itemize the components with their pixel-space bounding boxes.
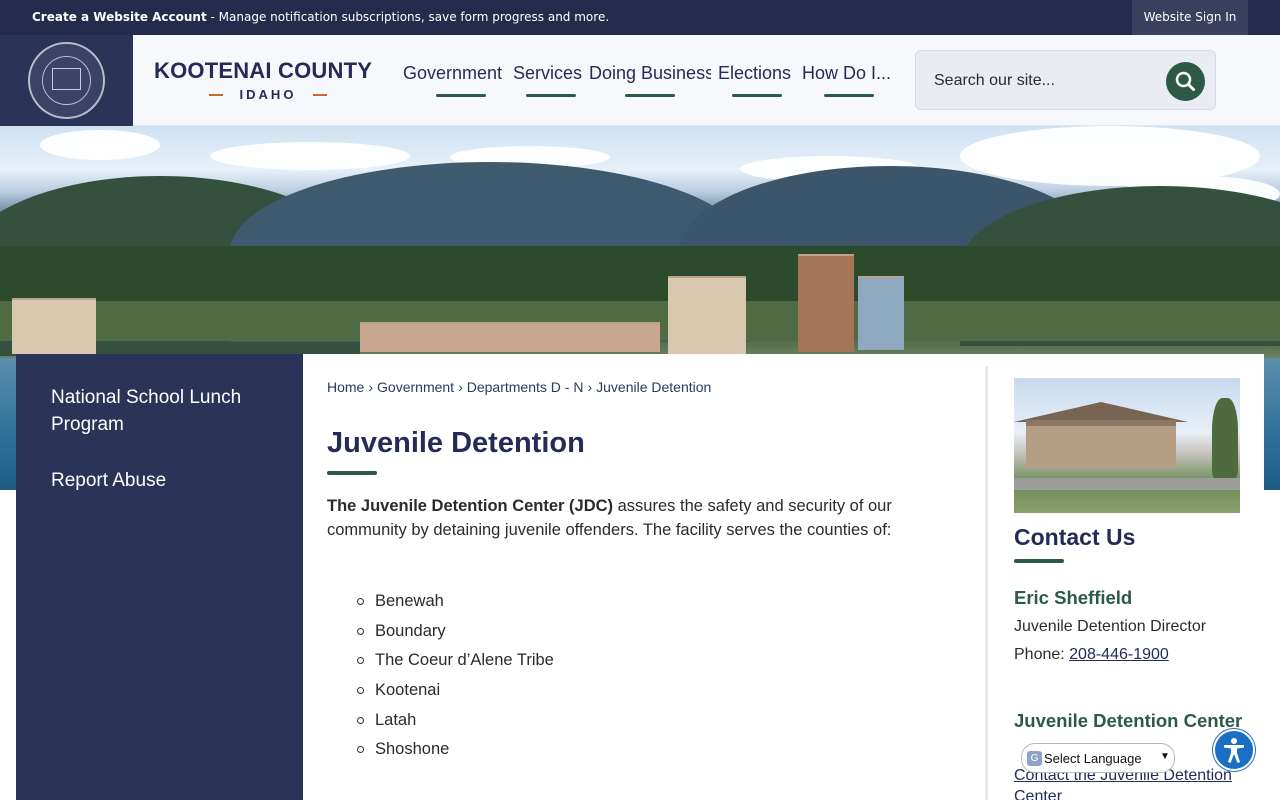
list-item: The Coeur d’Alene Tribe xyxy=(357,647,554,677)
list-item: Kootenai xyxy=(357,677,554,707)
county-seal-box[interactable] xyxy=(0,35,133,126)
nav-services[interactable]: Services xyxy=(513,63,589,99)
county-seal-icon xyxy=(28,42,105,119)
search-button[interactable] xyxy=(1166,62,1205,101)
nav-how-do-i[interactable]: How Do I... xyxy=(802,63,896,99)
contact-phone: Phone: 208-446-1900 xyxy=(1014,646,1169,663)
nav-doing-business[interactable]: Doing Business xyxy=(589,63,711,99)
phone-link[interactable]: 208-446-1900 xyxy=(1069,646,1169,663)
utility-bar: Create a Website Account - Manage notifi… xyxy=(0,0,1280,35)
google-translate-icon: G xyxy=(1027,751,1042,766)
intro-paragraph: The Juvenile Detention Center (JDC) assu… xyxy=(327,497,892,539)
breadcrumb-departments[interactable]: Departments D - N xyxy=(467,379,584,395)
detention-center-photo xyxy=(1014,378,1240,513)
accessibility-button[interactable] xyxy=(1213,729,1255,771)
search-icon xyxy=(1175,71,1195,91)
site-header: KOOTENAI COUNTY IDAHO Government Service… xyxy=(0,35,1280,126)
breadcrumb-current[interactable]: Juvenile Detention xyxy=(596,379,711,395)
website-sign-in-button[interactable]: Website Sign In xyxy=(1132,0,1248,35)
site-search xyxy=(915,50,1216,110)
logo-name[interactable]: KOOTENAI COUNTY xyxy=(154,58,372,84)
nav-elections[interactable]: Elections xyxy=(718,63,796,99)
main-content: Home › Government › Departments D - N › Juveni… xyxy=(303,354,1264,800)
language-select-label: Select Language xyxy=(1044,751,1142,766)
breadcrumb: Home › Government › Departments D - N › Juveni… xyxy=(327,379,712,395)
left-sidebar: National School Lunch Program Report Abu… xyxy=(16,354,303,800)
jdc-heading: Juvenile Detention Center xyxy=(1014,710,1243,731)
contact-underline xyxy=(1014,559,1064,563)
title-underline xyxy=(327,471,377,475)
contact-name: Eric Sheffield xyxy=(1014,587,1133,608)
breadcrumb-home[interactable]: Home xyxy=(327,379,364,395)
create-account-link[interactable]: Create a Website Account - Manage notifi… xyxy=(32,10,609,24)
nav-government[interactable]: Government xyxy=(403,63,519,99)
search-input[interactable] xyxy=(934,69,1154,93)
accessibility-icon xyxy=(1224,738,1244,763)
create-account-label[interactable]: Create a Website Account xyxy=(32,10,207,24)
contact-us-heading: Contact Us xyxy=(1014,524,1136,550)
list-item: Boundary xyxy=(357,618,554,648)
list-item: Benewah xyxy=(357,588,554,618)
list-item: Shoshone xyxy=(357,736,554,766)
logo-state: IDAHO xyxy=(209,87,327,103)
sidebar-item-national-school-lunch[interactable]: National School Lunch Program xyxy=(51,384,271,438)
county-list: Benewah Boundary The Coeur d’Alene Tribe… xyxy=(357,588,554,766)
column-divider xyxy=(985,366,988,800)
create-account-description: - Manage notification subscriptions, sav… xyxy=(206,10,610,24)
breadcrumb-government[interactable]: Government xyxy=(377,379,454,395)
chevron-down-icon: ▼ xyxy=(1160,751,1170,762)
contact-role: Juvenile Detention Director xyxy=(1014,618,1207,635)
language-select[interactable]: G Select Language ▼ xyxy=(1021,743,1175,773)
page-title: Juvenile Detention xyxy=(327,427,585,459)
sidebar-item-report-abuse[interactable]: Report Abuse xyxy=(51,467,166,494)
list-item: Latah xyxy=(357,707,554,737)
